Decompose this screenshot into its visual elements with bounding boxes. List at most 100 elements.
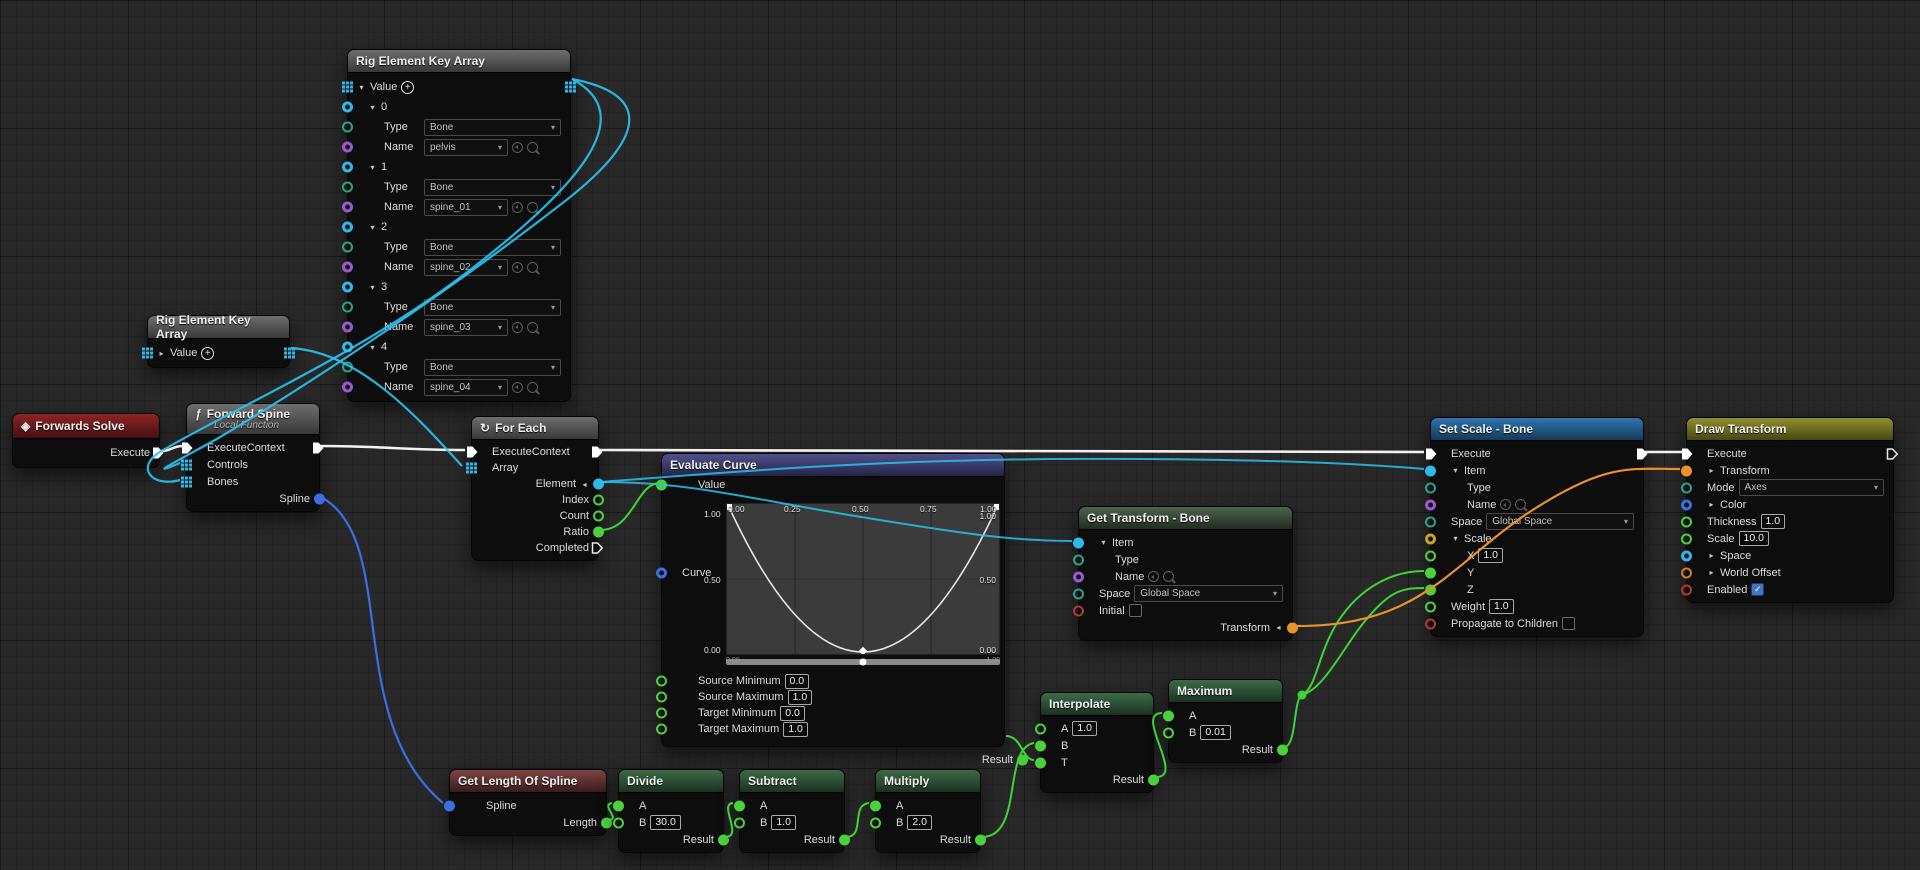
- use-selected-icon[interactable]: [512, 321, 523, 333]
- a-in-pin[interactable]: [613, 800, 624, 811]
- type-dropdown[interactable]: Bone ▾: [424, 238, 561, 256]
- ratio-out-pin[interactable]: [593, 526, 604, 538]
- node-header[interactable]: Set Scale - Bone: [1431, 418, 1643, 441]
- use-selected-icon[interactable]: [512, 261, 523, 273]
- length-out-pin[interactable]: [601, 817, 612, 828]
- node-header[interactable]: Maximum: [1169, 680, 1282, 703]
- mode-dropdown[interactable]: Axes ▾: [1738, 479, 1884, 496]
- result-out-pin[interactable]: [975, 834, 986, 845]
- collapse-icon[interactable]: ◂: [580, 480, 589, 489]
- expander-icon[interactable]: ▸: [1707, 551, 1716, 560]
- source-max-pin[interactable]: [656, 691, 667, 703]
- name-dropdown[interactable]: spine_04 ▾: [424, 378, 508, 396]
- value-in-pin[interactable]: [656, 479, 667, 491]
- expander-icon[interactable]: ▸: [157, 349, 166, 358]
- name-pin[interactable]: [1425, 499, 1436, 510]
- type-pin[interactable]: [342, 361, 353, 373]
- expander-icon[interactable]: ▾: [1099, 538, 1108, 547]
- expander-icon[interactable]: ▾: [368, 283, 377, 292]
- type-pin[interactable]: [1425, 482, 1436, 493]
- mode-pin[interactable]: [1681, 482, 1692, 493]
- node-get-length-of-spline[interactable]: Get Length Of Spline Spline Length: [444, 769, 612, 836]
- a-in-pin[interactable]: [734, 800, 745, 811]
- initial-checkbox[interactable]: [1128, 604, 1142, 617]
- a-in-pin[interactable]: [1163, 710, 1174, 721]
- result-out-pin[interactable]: [1148, 774, 1159, 785]
- t-in-pin[interactable]: [1035, 757, 1046, 768]
- curve-editor[interactable]: 0.00 0.25 0.50 0.75 1.00 1.00 0.50 0.00 …: [704, 495, 1000, 671]
- node-forwards-solve[interactable]: ◈ Forwards Solve Execute: [12, 413, 164, 468]
- propagate-checkbox[interactable]: [1562, 617, 1576, 630]
- expander-icon[interactable]: ▸: [1707, 500, 1716, 509]
- array-in-pin[interactable]: [142, 347, 153, 359]
- result-out-pin[interactable]: [1017, 754, 1028, 766]
- source-min-pin[interactable]: [656, 675, 667, 687]
- spline-in-pin[interactable]: [444, 800, 455, 811]
- target-max-value[interactable]: 1.0: [783, 721, 808, 737]
- space-pin[interactable]: [1425, 516, 1436, 527]
- b-value[interactable]: 1.0: [771, 815, 796, 830]
- browse-icon[interactable]: [527, 261, 538, 273]
- scale-value[interactable]: 10.0: [1738, 531, 1769, 546]
- transform-in-pin[interactable]: [1681, 465, 1692, 476]
- initial-pin[interactable]: [1073, 605, 1084, 616]
- node-for-each[interactable]: ↻ For Each ExecuteContext Array Element …: [466, 416, 604, 561]
- result-out-pin[interactable]: [1277, 744, 1288, 755]
- use-selected-icon[interactable]: [1500, 499, 1512, 510]
- source-min-value[interactable]: 0.0: [784, 673, 810, 689]
- result-out-pin[interactable]: [839, 834, 850, 845]
- name-pin[interactable]: [342, 261, 353, 273]
- type-pin[interactable]: [1073, 554, 1084, 565]
- node-header[interactable]: Evaluate Curve: [662, 454, 1004, 477]
- node-header[interactable]: Multiply: [876, 770, 980, 793]
- a-in-pin[interactable]: [870, 800, 881, 811]
- item-in-pin[interactable]: [1425, 465, 1436, 476]
- curve-in-pin[interactable]: [656, 567, 667, 579]
- bones-array-pin[interactable]: [181, 476, 192, 487]
- node-header[interactable]: Rig Element Key Array: [348, 50, 570, 73]
- node-header[interactable]: Divide: [619, 770, 723, 793]
- expander-icon[interactable]: ▾: [368, 223, 377, 232]
- exec-in-pin[interactable]: [466, 446, 479, 459]
- element-pin[interactable]: [342, 221, 353, 233]
- space-dropdown[interactable]: Global Space ▾: [1134, 585, 1283, 602]
- node-divide[interactable]: Divide A B 30.0 Result: [613, 769, 729, 853]
- node-maximum[interactable]: Maximum A B 0.01 Result: [1163, 679, 1288, 763]
- name-dropdown[interactable]: spine_01 ▾: [424, 198, 508, 216]
- node-multiply[interactable]: Multiply A B 2.0 Result: [870, 769, 986, 853]
- b-in-pin[interactable]: [613, 817, 624, 828]
- node-evaluate-curve[interactable]: Evaluate Curve Value Curve 0.00 0.25 0.5…: [656, 453, 1028, 766]
- browse-icon[interactable]: [527, 201, 538, 213]
- scale-pin[interactable]: [1681, 533, 1692, 544]
- b-value[interactable]: 30.0: [650, 815, 681, 830]
- type-pin[interactable]: [342, 301, 353, 313]
- weight-value[interactable]: 1.0: [1489, 599, 1514, 614]
- type-dropdown[interactable]: Bone ▾: [424, 298, 561, 316]
- element-out-pin[interactable]: [593, 478, 604, 490]
- browse-icon[interactable]: [527, 321, 538, 333]
- node-header[interactable]: Get Length Of Spline: [450, 770, 606, 793]
- propagate-pin[interactable]: [1425, 618, 1436, 629]
- name-dropdown[interactable]: spine_02 ▾: [424, 258, 508, 276]
- b-in-pin[interactable]: [734, 817, 745, 828]
- expander-icon[interactable]: ▾: [368, 343, 377, 352]
- index-out-pin[interactable]: [593, 494, 604, 506]
- space-pin[interactable]: [1073, 588, 1084, 599]
- name-dropdown[interactable]: spine_03 ▾: [424, 318, 508, 336]
- name-pin[interactable]: [342, 321, 353, 333]
- node-header[interactable]: Rig Element Key Array: [148, 313, 289, 341]
- use-selected-icon[interactable]: [1148, 571, 1160, 582]
- browse-icon[interactable]: [527, 381, 538, 393]
- color-pin[interactable]: [1681, 499, 1692, 510]
- browse-icon[interactable]: [1163, 571, 1175, 582]
- controls-array-pin[interactable]: [181, 459, 192, 470]
- collapse-icon[interactable]: ◂: [1274, 623, 1283, 632]
- array-out-pin[interactable]: [284, 347, 295, 359]
- expander-icon[interactable]: ▾: [1451, 466, 1460, 475]
- spline-out-pin[interactable]: [314, 493, 325, 504]
- expander-icon[interactable]: ▸: [1707, 466, 1716, 475]
- element-pin[interactable]: [342, 281, 353, 293]
- thickness-value[interactable]: 1.0: [1760, 514, 1786, 529]
- type-dropdown[interactable]: Bone ▾: [424, 118, 561, 136]
- curve-plot[interactable]: [726, 503, 1000, 655]
